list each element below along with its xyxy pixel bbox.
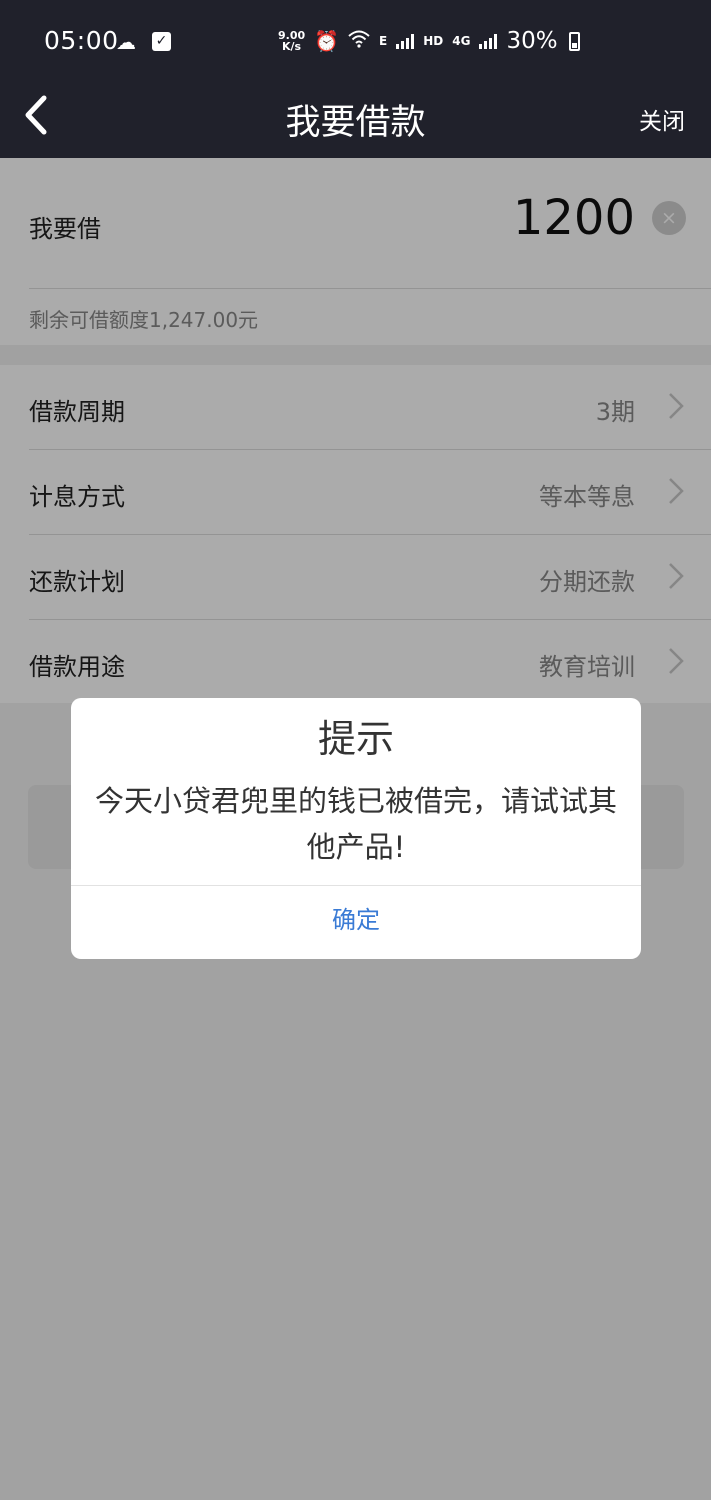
status-bar: 05:00 ☁ ✓ 9.00 K/s ⏰ E HD 4G 30% — [0, 0, 711, 72]
alarm-icon: ⏰ — [314, 29, 340, 53]
battery-icon — [568, 31, 580, 51]
network-hd-label: HD — [423, 34, 444, 48]
signal-icon — [479, 33, 498, 49]
wifi-icon — [348, 29, 370, 53]
checkbox-notification-icon: ✓ — [152, 32, 171, 51]
close-button[interactable]: 关闭 — [639, 102, 685, 136]
network-e-label: E — [379, 34, 388, 48]
net-speed: 9.00 K/s — [278, 30, 305, 52]
dialog-title: 提示 — [317, 717, 394, 761]
confirm-button[interactable]: 确定 — [71, 886, 641, 959]
nav-header: 我要借款 关闭 — [0, 72, 711, 158]
cloud-sync-icon: ☁ — [116, 30, 136, 54]
status-indicators: 9.00 K/s ⏰ E HD 4G 30% — [278, 28, 580, 54]
signal-icon — [396, 33, 415, 49]
page-title: 我要借款 — [285, 103, 426, 143]
battery-percent: 30% — [506, 28, 558, 54]
status-time: 05:00 — [44, 26, 119, 55]
dialog-message: 今天小贷君兜里的钱已被借完，请试试其他产品! — [94, 784, 617, 864]
alert-dialog: 提示 今天小贷君兜里的钱已被借完，请试试其他产品! 确定 — [71, 698, 641, 959]
network-4g-label: 4G — [452, 34, 471, 48]
net-speed-unit: K/s — [282, 40, 302, 53]
